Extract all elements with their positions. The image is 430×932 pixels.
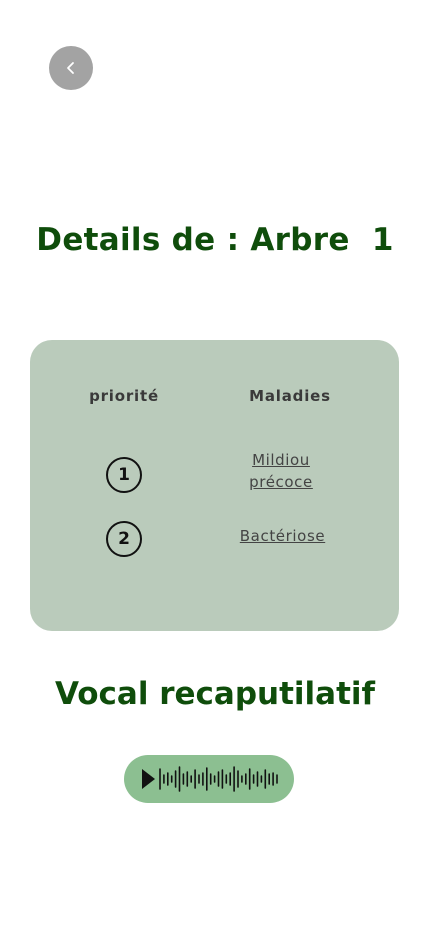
back-button[interactable] [49, 46, 93, 90]
chevron-left-icon [67, 62, 74, 74]
audio-player[interactable] [124, 755, 294, 803]
vocal-section-title: Vocal recaputilatif [54, 676, 376, 712]
page-title: Details de : Arbre 1 [0, 222, 430, 258]
page-title-tree-name: Arbre 1 [250, 222, 394, 258]
waveform-icon [142, 766, 278, 792]
disease-link-bacteriose[interactable]: Bactériose [225, 525, 340, 547]
page-title-prefix: Details de : [36, 222, 251, 258]
diseases-card: priorité Maladies 1 Mildiou précoce 2 Ba… [30, 340, 399, 631]
play-icon [142, 769, 155, 789]
priority-column-header: priorité [89, 387, 159, 405]
disease-link-mildiou[interactable]: Mildiou précoce [235, 449, 327, 493]
priority-badge: 2 [106, 521, 142, 557]
maladies-column-header: Maladies [249, 387, 331, 405]
priority-badge: 1 [106, 457, 142, 493]
